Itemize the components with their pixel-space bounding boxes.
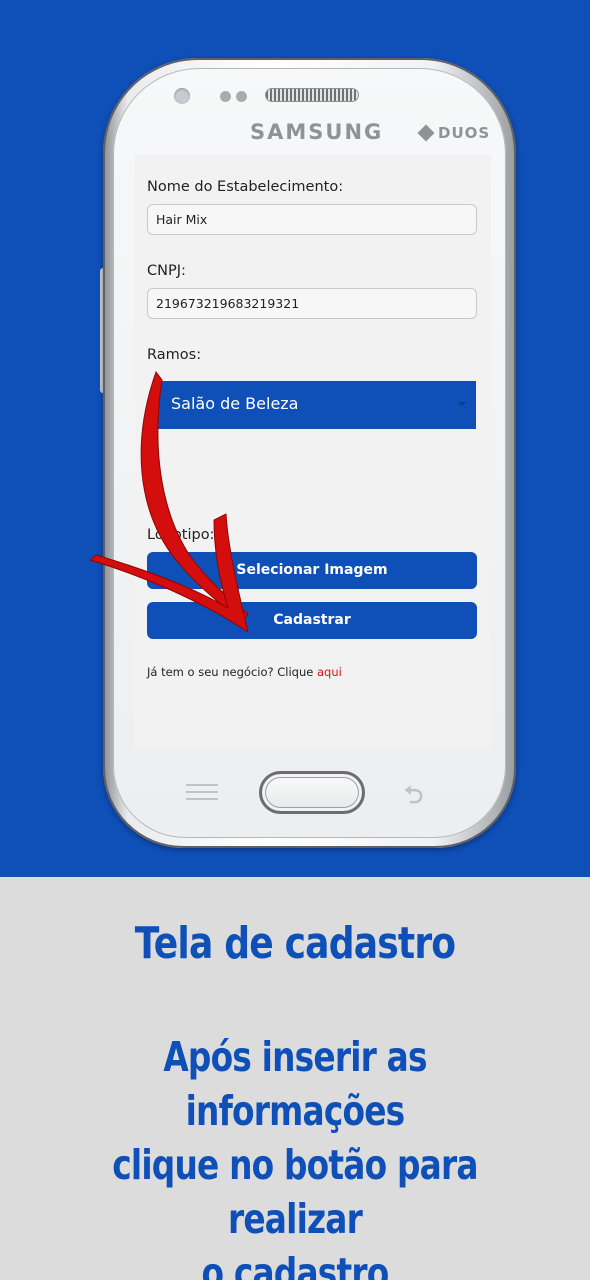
menu-key-icon[interactable] xyxy=(186,784,218,802)
name-label: Nome do Estabelecimento: xyxy=(147,179,344,195)
earpiece-speaker xyxy=(266,89,358,101)
cnpj-field[interactable]: 219673219683219321 xyxy=(147,288,477,319)
caption-title: Tela de cadastro xyxy=(134,918,456,969)
app-screen: Nome do Estabelecimento: Hair Mix CNPJ: … xyxy=(134,155,491,749)
select-image-button[interactable]: Selecionar Imagem xyxy=(147,552,477,589)
submit-button[interactable]: Cadastrar xyxy=(147,602,477,639)
cnpj-label: CNPJ: xyxy=(147,263,186,279)
caption-line: o cadastro xyxy=(201,1249,389,1280)
back-key-icon[interactable]: ⮌ xyxy=(404,778,423,819)
model-badge: DUOS xyxy=(417,124,491,142)
ramos-select[interactable]: Salão de Beleza xyxy=(156,381,476,429)
phone-brand: SAMSUNG xyxy=(250,120,384,144)
sensor-icon xyxy=(220,91,231,102)
login-prompt-text: Já tem o seu negócio? Clique xyxy=(147,665,317,679)
login-prompt: Já tem o seu negócio? Clique aqui xyxy=(147,665,342,679)
duos-logo-icon xyxy=(417,124,435,142)
home-button[interactable] xyxy=(259,771,365,814)
sensor-icon xyxy=(236,91,247,102)
dropdown-caret-icon xyxy=(458,402,466,406)
ramos-label: Ramos: xyxy=(147,347,202,363)
front-camera-icon xyxy=(174,88,190,104)
login-link[interactable]: aqui xyxy=(317,665,342,679)
name-field[interactable]: Hair Mix xyxy=(147,204,477,235)
ramos-selected-value: Salão de Beleza xyxy=(171,394,299,413)
caption-line: Após inserir as informações xyxy=(163,1033,427,1135)
caption-line: clique no botão para realizar xyxy=(112,1141,478,1243)
caption-body: Após inserir as informações clique no bo… xyxy=(59,1030,531,1280)
model-badge-label: DUOS xyxy=(438,124,491,142)
logotipo-label: Logotipo: xyxy=(147,527,215,543)
